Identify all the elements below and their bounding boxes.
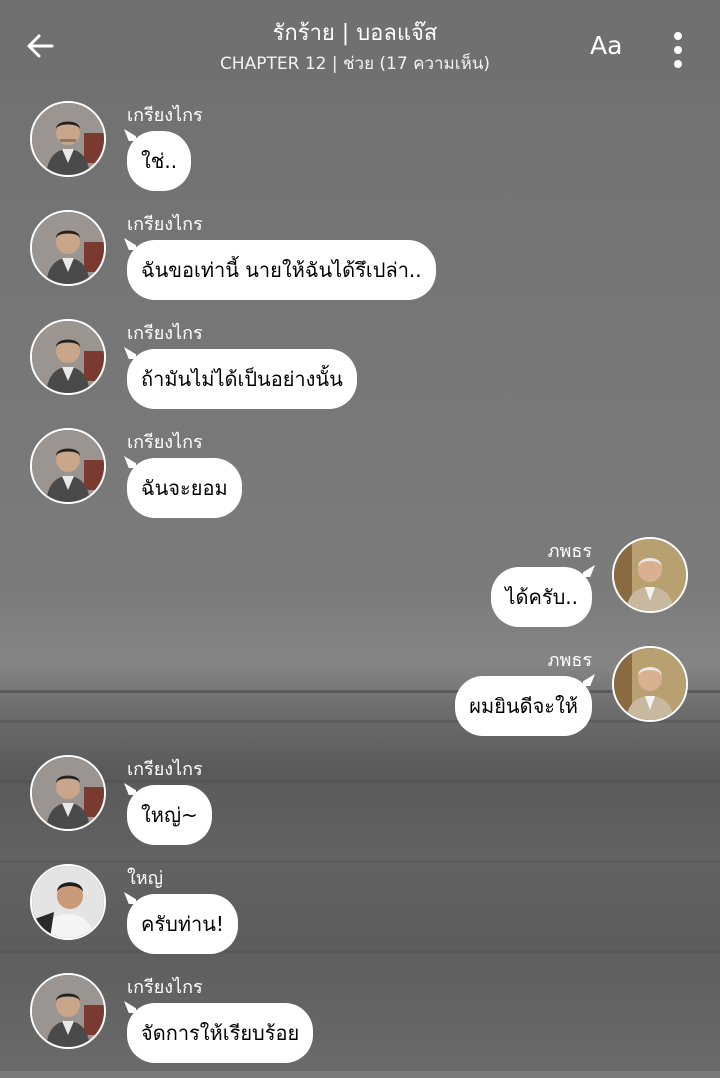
arrow-left-icon[interactable] — [24, 30, 56, 62]
avatar-kriangkrai[interactable] — [30, 319, 106, 395]
story-title: รักร้าย | บอลแจ๊ส — [272, 21, 438, 46]
message-bubble[interactable]: ถ้ามันไม่ได้เป็นอย่างนั้น — [127, 349, 357, 409]
chat-message: เกรียงไกร ฉันขอเท่านี้ นายให้ฉันได้รึเปล… — [0, 210, 720, 315]
avatar-kriangkrai[interactable] — [30, 755, 106, 831]
message-bubble[interactable]: ครับท่าน! — [127, 894, 238, 954]
avatar-phopthorn[interactable] — [612, 537, 688, 613]
message-bubble[interactable]: ฉันขอเท่านี้ นายให้ฉันได้รึเปล่า.. — [127, 240, 436, 300]
avatar-kriangkrai[interactable] — [30, 210, 106, 286]
sender-name: เกรียงไกร — [127, 759, 203, 780]
sender-name: ภพธร — [547, 541, 592, 562]
chapter-subtitle[interactable]: CHAPTER 12 | ช่วย (17 ความเห็น) — [120, 53, 590, 75]
avatar-phopthorn[interactable] — [612, 646, 688, 722]
more-vertical-icon[interactable] — [666, 30, 690, 70]
sender-name: เกรียงไกร — [127, 432, 203, 453]
message-bubble[interactable]: จัดการให้เรียบร้อย — [127, 1003, 314, 1063]
avatar-kriangkrai[interactable] — [30, 973, 106, 1049]
message-bubble[interactable]: ใหญ่~ — [127, 785, 212, 845]
sender-name: เกรียงไกร — [127, 105, 203, 126]
chat-message: เกรียงไกร ใช่.. — [0, 101, 720, 206]
chat-message: เกรียงไกร จัดการให้เรียบร้อย — [0, 973, 720, 1078]
chat-message: เกรียงไกร ใหญ่~ — [0, 755, 720, 860]
chat-message: ใหญ่ ครับท่าน! — [0, 864, 720, 969]
sender-name: เกรียงไกร — [127, 214, 203, 235]
message-bubble[interactable]: ใช่.. — [127, 131, 192, 191]
chat-message: ภพธร ได้ครับ.. — [0, 537, 720, 642]
message-bubble[interactable]: ฉันจะยอม — [127, 458, 242, 518]
sender-name: ภพธร — [547, 650, 592, 671]
avatar-kriangkrai[interactable] — [30, 101, 106, 177]
message-bubble[interactable]: ผมยินดีจะให้ — [455, 676, 592, 736]
top-bar: รักร้าย | บอลแจ๊ส CHAPTER 12 | ช่วย (17 … — [0, 0, 720, 92]
avatar-kriangkrai[interactable] — [30, 428, 106, 504]
chat-message: เกรียงไกร ฉันจะยอม — [0, 428, 720, 533]
message-bubble[interactable]: ได้ครับ.. — [491, 567, 592, 627]
wave-line — [0, 860, 720, 863]
chat-message: เกรียงไกร ถ้ามันไม่ได้เป็นอย่างนั้น — [0, 319, 720, 424]
avatar-yai[interactable] — [30, 864, 106, 940]
chat-message: ภพธร ผมยินดีจะให้ — [0, 646, 720, 751]
bubble-tail — [583, 674, 595, 686]
sender-name: เกรียงไกร — [127, 977, 203, 998]
sender-name: เกรียงไกร — [127, 323, 203, 344]
bubble-tail — [583, 565, 595, 577]
sender-name: ใหญ่ — [127, 868, 163, 889]
font-size-button[interactable]: Aa — [590, 30, 622, 62]
